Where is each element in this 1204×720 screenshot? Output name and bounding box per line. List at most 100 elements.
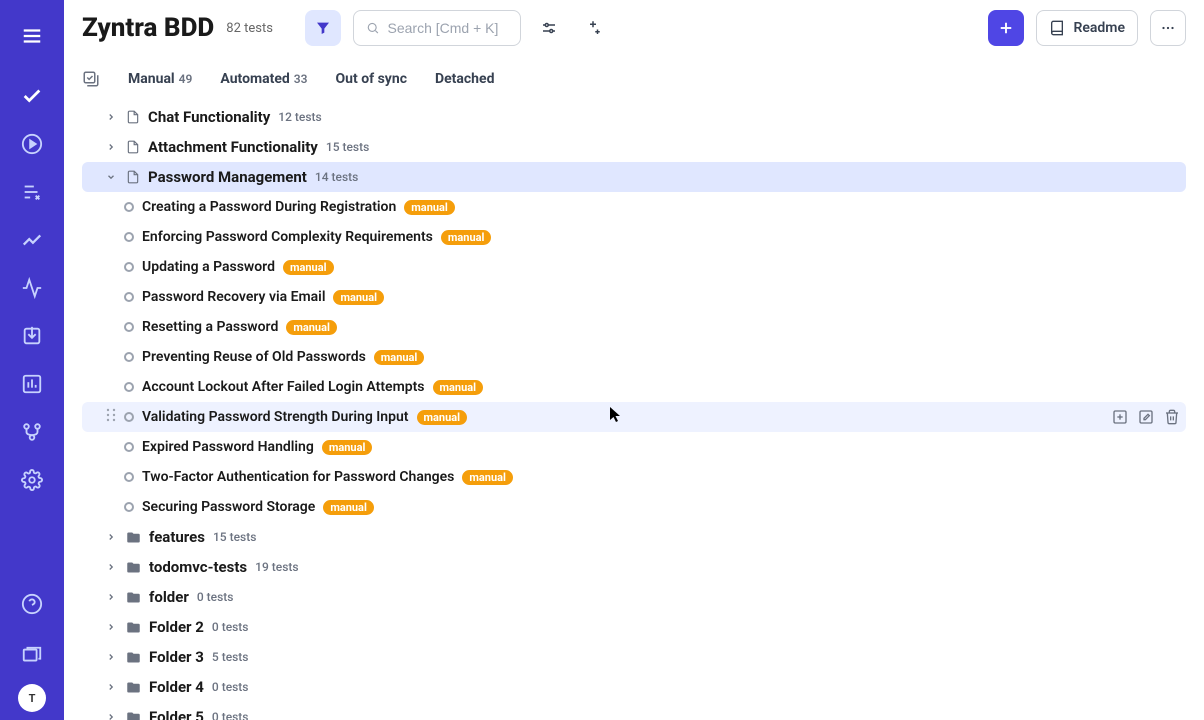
- scenario-name: Validating Password Strength During Inpu…: [142, 409, 409, 425]
- filter-button[interactable]: [305, 10, 341, 46]
- plus-icon: [997, 19, 1015, 37]
- search-input[interactable]: [388, 20, 508, 36]
- tab-automated[interactable]: Automated 33: [220, 71, 307, 87]
- scenario-row[interactable]: Preventing Reuse of Old Passwords manual: [118, 342, 1186, 372]
- chevron-right-icon[interactable]: [104, 532, 118, 542]
- status-dot-icon: [124, 352, 134, 362]
- manual-tag: manual: [286, 320, 337, 335]
- folder-row[interactable]: Folder 3 5 tests: [98, 642, 1186, 672]
- sidebar-item-activity[interactable]: [12, 268, 52, 308]
- chevron-right-icon[interactable]: [104, 652, 118, 662]
- tab-oos-label: Out of sync: [336, 71, 407, 87]
- edit-scenario-button[interactable]: [1138, 409, 1154, 425]
- sidebar-item-branch[interactable]: [12, 412, 52, 452]
- avatar[interactable]: T: [18, 684, 46, 712]
- sidebar-item-play[interactable]: [12, 124, 52, 164]
- folder-icon: [126, 710, 141, 720]
- sparkle-button[interactable]: [577, 12, 609, 44]
- test-tree: Chat Functionality 12 tests Attachment F…: [64, 102, 1204, 720]
- manual-tag: manual: [323, 500, 374, 515]
- tab-manual[interactable]: Manual 49: [128, 71, 192, 87]
- sidebar: T: [0, 0, 64, 720]
- sliders-button[interactable]: [533, 12, 565, 44]
- feature-count: 15 tests: [326, 140, 369, 154]
- tab-detached-label: Detached: [435, 71, 494, 87]
- status-dot-icon: [124, 442, 134, 452]
- select-all-icon[interactable]: [82, 70, 100, 88]
- chevron-down-icon[interactable]: [104, 172, 118, 182]
- folder-row[interactable]: features 15 tests: [98, 522, 1186, 552]
- scenario-row[interactable]: Resetting a Password manual: [118, 312, 1186, 342]
- feature-row[interactable]: Password Management 14 tests: [82, 162, 1186, 192]
- scenario-name: Enforcing Password Complexity Requiremen…: [142, 229, 433, 245]
- sidebar-item-spark[interactable]: [12, 220, 52, 260]
- scenario-name: Creating a Password During Registration: [142, 199, 396, 215]
- scenario-row[interactable]: Two-Factor Authentication for Password C…: [118, 462, 1186, 492]
- folder-name: Folder 2: [149, 618, 204, 636]
- add-button[interactable]: [988, 10, 1024, 46]
- status-dot-icon: [124, 322, 134, 332]
- delete-scenario-button[interactable]: [1164, 409, 1180, 425]
- feature-file-icon: [126, 170, 140, 184]
- scenario-row[interactable]: Validating Password Strength During Inpu…: [82, 402, 1186, 432]
- feature-row[interactable]: Attachment Functionality 15 tests: [98, 132, 1186, 162]
- chevron-right-icon[interactable]: [104, 712, 118, 720]
- tab-automated-count: 33: [294, 72, 308, 86]
- hamburger-button[interactable]: [12, 16, 52, 56]
- add-scenario-button[interactable]: [1112, 409, 1128, 425]
- readme-button[interactable]: Readme: [1036, 10, 1138, 46]
- book-icon: [1049, 20, 1065, 36]
- tabs-row: Manual 49 Automated 33 Out of sync Detac…: [64, 64, 1204, 102]
- folder-row[interactable]: folder 0 tests: [98, 582, 1186, 612]
- sidebar-item-list[interactable]: [12, 172, 52, 212]
- folder-row[interactable]: Folder 5 0 tests: [98, 702, 1186, 720]
- folder-name: Folder 3: [149, 648, 204, 666]
- scenario-row[interactable]: Password Recovery via Email manual: [118, 282, 1186, 312]
- status-dot-icon: [124, 382, 134, 392]
- drag-handle-icon[interactable]: [106, 408, 116, 426]
- folder-row[interactable]: Folder 4 0 tests: [98, 672, 1186, 702]
- scenario-row[interactable]: Updating a Password manual: [118, 252, 1186, 282]
- sidebar-item-settings[interactable]: [12, 460, 52, 500]
- folder-icon: [126, 650, 141, 665]
- scenario-row[interactable]: Account Lockout After Failed Login Attem…: [118, 372, 1186, 402]
- manual-tag: manual: [322, 440, 373, 455]
- cursor-icon: [610, 407, 622, 426]
- chevron-right-icon[interactable]: [104, 682, 118, 692]
- sidebar-item-help[interactable]: [12, 584, 52, 624]
- chevron-right-icon[interactable]: [104, 142, 118, 152]
- more-button[interactable]: [1150, 10, 1186, 46]
- feature-row[interactable]: Chat Functionality 12 tests: [98, 102, 1186, 132]
- ellipsis-icon: [1159, 19, 1177, 37]
- sidebar-item-checkmark[interactable]: [12, 76, 52, 116]
- scenario-name: Password Recovery via Email: [142, 289, 325, 305]
- search-input-wrap[interactable]: [353, 10, 521, 46]
- folder-row[interactable]: todomvc-tests 19 tests: [98, 552, 1186, 582]
- sidebar-item-chart[interactable]: [12, 364, 52, 404]
- scenario-row[interactable]: Creating a Password During Registration …: [118, 192, 1186, 222]
- chevron-right-icon[interactable]: [104, 562, 118, 572]
- scenario-row[interactable]: Expired Password Handling manual: [118, 432, 1186, 462]
- tab-automated-label: Automated: [220, 71, 289, 87]
- scenario-row[interactable]: Securing Password Storage manual: [118, 492, 1186, 522]
- feature-count: 14 tests: [315, 170, 358, 184]
- tab-detached[interactable]: Detached: [435, 71, 494, 87]
- status-dot-icon: [124, 472, 134, 482]
- status-dot-icon: [124, 232, 134, 242]
- sidebar-item-folders[interactable]: [12, 636, 52, 676]
- topbar: Zyntra BDD 82 tests Readme: [64, 0, 1204, 56]
- tab-out-of-sync[interactable]: Out of sync: [336, 71, 407, 87]
- folder-icon: [126, 590, 141, 605]
- scenario-row[interactable]: Enforcing Password Complexity Requiremen…: [118, 222, 1186, 252]
- chevron-right-icon[interactable]: [104, 592, 118, 602]
- chevron-right-icon[interactable]: [104, 112, 118, 122]
- folder-count: 19 tests: [255, 560, 298, 574]
- chevron-right-icon[interactable]: [104, 622, 118, 632]
- sidebar-item-import[interactable]: [12, 316, 52, 356]
- folder-count: 0 tests: [212, 710, 249, 720]
- manual-tag: manual: [333, 290, 384, 305]
- folder-row[interactable]: Folder 2 0 tests: [98, 612, 1186, 642]
- row-actions: [1112, 409, 1180, 425]
- feature-file-icon: [126, 140, 140, 154]
- scenario-name: Account Lockout After Failed Login Attem…: [142, 379, 425, 395]
